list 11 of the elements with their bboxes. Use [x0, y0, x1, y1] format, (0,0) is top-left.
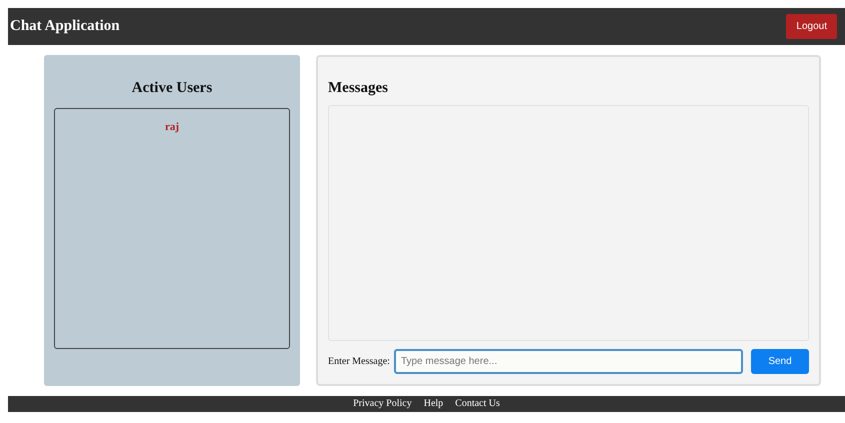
- footer-link[interactable]: Help: [424, 396, 444, 412]
- panel-title: Messages: [328, 79, 389, 98]
- footer-link[interactable]: Privacy Policy: [353, 396, 412, 412]
- user-name[interactable]: raj: [164, 118, 180, 135]
- logout-button[interactable]: Logout: [786, 14, 837, 39]
- app-title: Chat Application: [10, 17, 120, 36]
- footer-link[interactable]: Contact Us: [455, 396, 500, 412]
- send-button[interactable]: Send: [751, 349, 809, 374]
- message-field[interactable]: Type message here...: [394, 349, 743, 374]
- panel-title: Active Users: [130, 79, 214, 98]
- input-label: Enter Message:: [328, 355, 390, 369]
